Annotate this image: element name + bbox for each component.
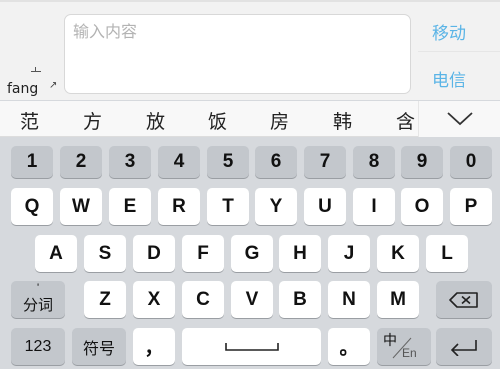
message-input[interactable]: 输入内容: [64, 14, 411, 94]
key-0[interactable]: 0: [450, 146, 492, 178]
compose-area: 输入内容 移动 电信 fang ↗: [0, 0, 500, 100]
expand-candidates-button[interactable]: [418, 101, 500, 137]
keyboard: 1 2 3 4 5 6 7 8 9 0 Q W E R T Y U I O P …: [0, 137, 500, 369]
cursor-icon: [31, 67, 41, 81]
key-9[interactable]: 9: [401, 146, 443, 178]
space-icon: [224, 342, 279, 351]
key-5[interactable]: 5: [207, 146, 249, 178]
key-i[interactable]: I: [353, 188, 395, 225]
key-d[interactable]: D: [133, 235, 175, 272]
key-2[interactable]: 2: [60, 146, 102, 178]
key-m[interactable]: M: [377, 281, 419, 318]
symbol-keyboard-key[interactable]: 符号: [72, 328, 126, 365]
pinyin-composition: fang ↗: [5, 67, 60, 99]
key-r[interactable]: R: [158, 188, 200, 225]
key-f[interactable]: F: [182, 235, 224, 272]
key-s[interactable]: S: [84, 235, 126, 272]
candidate-item[interactable]: 房: [270, 107, 289, 134]
space-key[interactable]: [182, 328, 321, 365]
key-t[interactable]: T: [207, 188, 249, 225]
key-8[interactable]: 8: [353, 146, 395, 178]
backspace-icon: [449, 291, 478, 308]
key-y[interactable]: Y: [255, 188, 297, 225]
key-c[interactable]: C: [182, 281, 224, 318]
key-6[interactable]: 6: [255, 146, 297, 178]
numeric-keyboard-key[interactable]: 123: [11, 328, 65, 365]
candidate-bar: 范 方 放 饭 房 韩 含: [0, 101, 500, 137]
carrier-option-telecom[interactable]: 电信: [432, 66, 466, 91]
top-divider: [0, 0, 500, 2]
option-divider: [418, 51, 500, 52]
candidate-item[interactable]: 方: [83, 107, 102, 134]
segment-label: 分词: [22, 297, 53, 314]
key-e[interactable]: E: [109, 188, 151, 225]
key-x[interactable]: X: [133, 281, 175, 318]
key-w[interactable]: W: [60, 188, 102, 225]
segment-hint: ': [36, 282, 40, 294]
segment-key[interactable]: ' 分词: [11, 281, 65, 318]
key-l[interactable]: L: [426, 235, 468, 272]
backspace-key[interactable]: [436, 281, 492, 318]
key-k[interactable]: K: [377, 235, 419, 272]
carrier-option-mobile[interactable]: 移动: [432, 19, 466, 44]
key-7[interactable]: 7: [304, 146, 346, 178]
period-key[interactable]: 。: [328, 328, 370, 365]
key-b[interactable]: B: [279, 281, 321, 318]
key-z[interactable]: Z: [84, 281, 126, 318]
return-arrow-icon: [450, 339, 477, 356]
key-1[interactable]: 1: [11, 146, 53, 178]
candidate-item[interactable]: 含: [396, 107, 416, 134]
candidate-item[interactable]: 饭: [208, 107, 227, 134]
candidate-item[interactable]: 范: [20, 107, 39, 134]
comma-key[interactable]: ，: [133, 328, 175, 365]
key-n[interactable]: N: [328, 281, 370, 318]
enter-key[interactable]: [436, 328, 492, 365]
key-v[interactable]: V: [231, 281, 273, 318]
chevron-down-icon: [447, 112, 473, 126]
key-p[interactable]: P: [450, 188, 492, 225]
key-o[interactable]: O: [401, 188, 443, 225]
key-h[interactable]: H: [279, 235, 321, 272]
key-j[interactable]: J: [328, 235, 370, 272]
key-u[interactable]: U: [304, 188, 346, 225]
lang-en-label: En: [402, 346, 417, 360]
key-3[interactable]: 3: [109, 146, 151, 178]
pinyin-text: fang: [7, 81, 39, 97]
message-placeholder: 输入内容: [73, 22, 138, 41]
key-q[interactable]: Q: [11, 188, 53, 225]
expand-arrow-icon[interactable]: ↗: [49, 80, 57, 91]
language-switch-key[interactable]: 中 En: [377, 328, 431, 365]
key-a[interactable]: A: [35, 235, 77, 272]
candidate-item[interactable]: 放: [146, 107, 165, 134]
key-4[interactable]: 4: [158, 146, 200, 178]
candidate-item[interactable]: 韩: [333, 107, 352, 134]
key-g[interactable]: G: [231, 235, 273, 272]
